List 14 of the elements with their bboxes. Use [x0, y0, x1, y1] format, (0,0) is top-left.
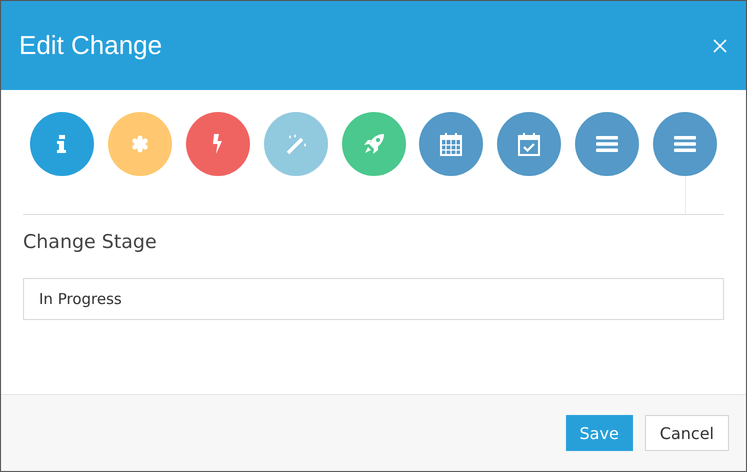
info-icon	[57, 135, 67, 153]
calendar-check-icon	[517, 132, 542, 156]
calendar-icon	[439, 132, 464, 156]
stage-field[interactable]: In Progress	[23, 278, 724, 320]
section-heading: Change Stage	[23, 231, 158, 255]
lightning-icon	[212, 134, 223, 154]
cancel-button[interactable]: Cancel	[644, 415, 729, 451]
magic-wand-icon	[284, 133, 307, 155]
rocket-icon	[362, 133, 384, 155]
list-icon	[596, 135, 618, 153]
close-button[interactable]	[712, 38, 728, 54]
list-icon	[674, 135, 696, 153]
dialog-title: Edit Change	[19, 30, 162, 61]
asterisk-icon	[130, 135, 149, 153]
